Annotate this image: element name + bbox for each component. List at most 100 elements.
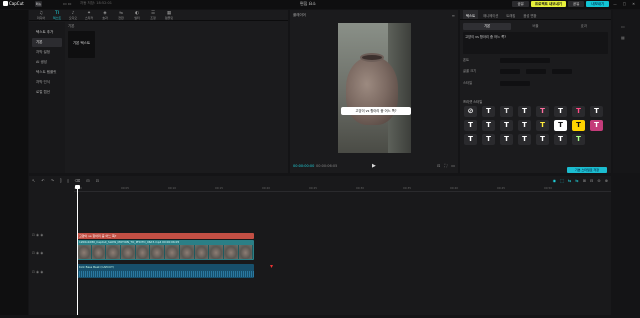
default-text-card[interactable]: 기본 텍스트 — [68, 31, 95, 58]
timeline-option-icon[interactable]: ⇆ — [575, 178, 578, 183]
save-default-style-button[interactable]: 기본 스타일로 저장 — [567, 167, 607, 173]
audio-clip[interactable]: Kick Bass Beat (CAPCUT) — [77, 264, 254, 278]
timeline-option-icon[interactable]: ⊖ — [597, 178, 600, 183]
pro-button[interactable]: 프로젝트 내보내기 — [530, 1, 566, 7]
size-field-3[interactable] — [552, 69, 572, 74]
tab-asset-1[interactable]: TI 텍스트 — [51, 10, 63, 20]
tab-asset-3[interactable]: ✦ 스티커 — [83, 10, 95, 20]
tab-asset-5[interactable]: ⇋ 전환 — [115, 10, 127, 20]
ratio-icon[interactable]: ▭ — [451, 163, 455, 168]
playhead-handle[interactable] — [75, 185, 80, 189]
layout-icons[interactable]: ▭▭ — [63, 1, 73, 6]
sidebar-item-1[interactable]: 기본 — [32, 38, 62, 47]
tab-asset-label: 오디오 — [68, 16, 78, 20]
video-clip[interactable]: 1200x1080_CapCut_SLOW_MOTION_TO_PHOTO_06… — [77, 240, 254, 260]
timeline-tool-icon[interactable]: ⫿ — [60, 178, 61, 183]
sidebar-item-3[interactable]: AI 생성 — [32, 58, 62, 67]
export-button[interactable]: 내보내기 — [586, 1, 610, 7]
text-preset-9[interactable]: T — [482, 120, 495, 131]
tab-tts[interactable]: 음성 변환 — [520, 10, 539, 19]
timeline-option-icon[interactable]: ◉ — [553, 178, 557, 183]
tab-asset-8[interactable]: ▦ 템플릿 — [163, 10, 175, 20]
layout-icon[interactable]: ▭ — [621, 24, 625, 29]
timeline-tool-icon[interactable]: ⫾ — [67, 178, 68, 183]
text-clip[interactable]: 고양이 vs 항아리 중 어느 쪽? — [77, 233, 254, 239]
text-preset-18[interactable]: T — [500, 134, 513, 145]
tab-asset-0[interactable]: ♫ 미디어 — [35, 10, 47, 20]
text-preset-5[interactable]: T — [554, 106, 567, 117]
text-preset-6[interactable]: T — [572, 106, 585, 117]
project-title[interactable]: 편집 요소 — [300, 1, 316, 7]
timeline-option-icon[interactable]: ⊞ — [583, 178, 586, 183]
minimize-icon[interactable]: — — [611, 2, 619, 6]
tab-asset-6[interactable]: ◐ 필터 — [131, 10, 143, 20]
timeline-tool-icon[interactable]: ↖ — [32, 178, 35, 183]
maximize-icon[interactable]: □ — [621, 2, 628, 6]
timeline-tool-icon[interactable]: ⌫ — [75, 178, 81, 183]
sidebar-item-4[interactable]: 텍스트 템플릿 — [32, 68, 62, 77]
timeline-tool-icon[interactable]: ⊡ — [96, 178, 99, 183]
text-preset-2[interactable]: T — [500, 106, 513, 117]
text-preset-19[interactable]: T — [518, 134, 531, 145]
timeline-option-icon[interactable]: ⊟ — [590, 178, 593, 183]
menu-button[interactable]: 메뉴 — [35, 1, 42, 7]
text-preset-3[interactable]: T — [518, 106, 531, 117]
tab-asset-4[interactable]: ◈ 효과 — [99, 10, 111, 20]
subtitle-overlay[interactable]: 고양이 vs 항아리 중 어느 쪽? — [341, 107, 411, 115]
timeline-option-icon[interactable]: ⇆ — [568, 178, 571, 183]
text-preset-1[interactable]: T — [482, 106, 495, 117]
share-button[interactable]: 공유 — [512, 1, 529, 7]
subtab-bubble[interactable]: 버블 — [511, 23, 559, 30]
audio-waveform — [77, 271, 254, 277]
tab-asset-2[interactable]: ♪ 오디오 — [67, 10, 79, 20]
text-preset-22[interactable]: T — [572, 134, 585, 145]
tab-tracking[interactable]: 트래킹 — [503, 10, 518, 19]
timeline-option-icon[interactable]: ⊕ — [605, 178, 608, 183]
timeline-tool-icon[interactable]: ↷ — [51, 178, 54, 183]
tab-animation[interactable]: 애니메이션 — [480, 10, 501, 19]
playhead[interactable] — [77, 186, 78, 315]
grid-icon[interactable]: ▦ — [621, 35, 625, 40]
timeline-tool-icon[interactable]: ↶ — [41, 178, 44, 183]
size-field[interactable] — [500, 69, 520, 74]
text-preset-16[interactable]: T — [464, 134, 477, 145]
font-select[interactable] — [500, 58, 550, 63]
text-preset-21[interactable]: T — [554, 134, 567, 145]
text-preset-14[interactable]: T — [572, 120, 585, 131]
subtab-effect[interactable]: 효과 — [560, 23, 608, 30]
tab-text[interactable]: 텍스트 — [463, 10, 479, 19]
size-field-2[interactable] — [526, 69, 546, 74]
sidebar-item-0[interactable]: 텍스트 추가 — [32, 28, 62, 37]
play-icon[interactable]: ▶ — [372, 163, 376, 169]
time-ruler[interactable]: 00:0000:0500:1000:1500:2000:2500:3000:35… — [74, 186, 611, 192]
text-input[interactable]: 고양이 vs 항아리 중 어느 쪽? — [463, 32, 608, 54]
text-preset-17[interactable]: T — [482, 134, 495, 145]
style-buttons[interactable] — [500, 81, 530, 86]
text-preset-7[interactable]: T — [590, 106, 603, 117]
feedback-button[interactable]: 공유 — [567, 1, 585, 7]
text-preset-4[interactable]: T — [536, 106, 549, 117]
text-preset-12[interactable]: T — [536, 120, 549, 131]
subtab-basic[interactable]: 기본 — [463, 23, 512, 30]
video-track-header[interactable]: ⊡ ◉ ◉ — [32, 251, 43, 255]
timeline-option-icon[interactable]: ⬚ — [560, 178, 564, 183]
sidebar-item-2[interactable]: 자막 설정 — [32, 48, 62, 57]
text-preset-8[interactable]: T — [464, 120, 477, 131]
menu-icon[interactable]: ≡ — [452, 13, 455, 18]
sidebar-item-5[interactable]: 자막 인식 — [32, 78, 62, 87]
text-track-header[interactable]: ⊡ ◉ ◉ — [32, 233, 43, 237]
fit-icon[interactable]: ⊡ — [437, 163, 440, 168]
text-preset-10[interactable]: T — [500, 120, 513, 131]
video-preview[interactable]: 고양이 vs 항아리 중 어느 쪽? — [338, 23, 411, 153]
text-preset-11[interactable]: T — [518, 120, 531, 131]
close-icon[interactable]: ✕ — [630, 2, 637, 6]
timeline-tool-icon[interactable]: ⊟ — [86, 178, 89, 183]
text-preset-13[interactable]: T — [554, 120, 567, 131]
tab-asset-7[interactable]: ☰ 조정 — [147, 10, 159, 20]
text-preset-20[interactable]: T — [536, 134, 549, 145]
text-preset-0[interactable]: ⊘ — [464, 106, 477, 117]
sidebar-item-6[interactable]: 로컬 캡션 — [32, 88, 62, 97]
text-preset-15[interactable]: T — [590, 120, 603, 131]
audio-track-header[interactable]: ⊡ ◉ ◉ — [32, 270, 43, 274]
fullscreen-icon[interactable]: ⛶ — [444, 163, 447, 168]
